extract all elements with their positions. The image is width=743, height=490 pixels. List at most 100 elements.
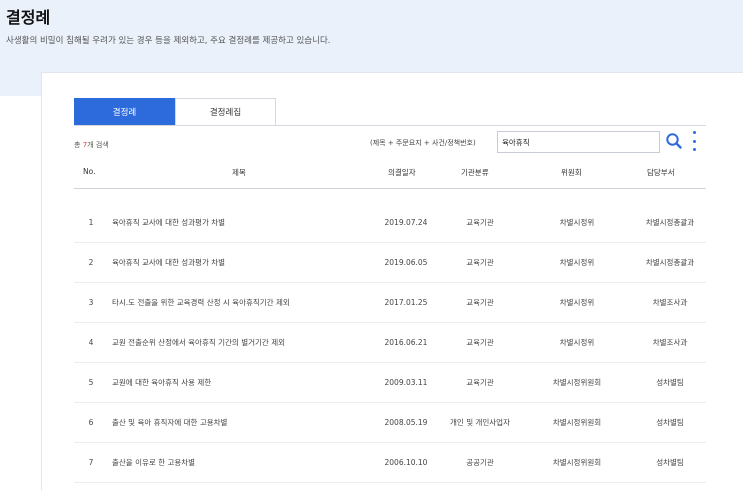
- row-date: 2006.10.10: [384, 457, 428, 467]
- row-date: 2017.01.25: [384, 297, 428, 307]
- row-category-cell: 개인 및 개인사업자: [438, 402, 522, 442]
- row-category: 교육기관: [466, 337, 494, 347]
- row-title-link-cell: 교원에 대한 육아휴직 사용 제한: [112, 362, 382, 402]
- tab-decision-collection[interactable]: 결정례집: [175, 98, 276, 125]
- row-category-cell: 교육기관: [438, 242, 522, 282]
- row-number-cell: 7: [74, 442, 108, 482]
- row-title-link[interactable]: 육아휴직 교사에 대한 성과평가 차별: [112, 257, 225, 268]
- row-committee-cell: 차별시정위: [522, 202, 632, 242]
- row-committee: 차별시정위원회: [552, 457, 602, 467]
- row-date: 2019.06.05: [384, 257, 428, 267]
- row-number: 2: [88, 257, 94, 267]
- row-department-cell: 차별조사과: [629, 322, 711, 362]
- row-number-cell: 2: [74, 242, 108, 282]
- row-committee-cell: 차별시정위: [522, 322, 632, 362]
- row-date-cell: 2017.01.25: [374, 282, 438, 322]
- row-title-link-cell: 육아휴직 교사에 대한 성과평가 차별: [112, 202, 382, 242]
- row-number: 7: [88, 457, 94, 467]
- col-header-date: 의결일자: [388, 168, 416, 177]
- row-department-cell: 차별조사과: [629, 282, 711, 322]
- table-header-divider: [74, 188, 706, 189]
- row-category-cell: 교육기관: [438, 202, 522, 242]
- col-header-category: 기관분류: [461, 168, 489, 177]
- row-number: 3: [88, 297, 94, 307]
- row-title-link-cell: 출산을 이유로 한 고용차별: [112, 442, 382, 482]
- row-number: 6: [88, 417, 94, 427]
- row-committee: 차별시정위원회: [552, 377, 602, 387]
- row-number-cell: 3: [74, 282, 108, 322]
- row-date-cell: 2009.03.11: [374, 362, 438, 402]
- row-department-cell: 성차별팀: [629, 362, 711, 402]
- result-count: 총 7개 검색: [74, 140, 109, 150]
- more-vertical-icon[interactable]: [690, 131, 698, 151]
- page-description: 사생활의 비밀이 침해될 우려가 있는 경우 등을 제외하고, 주요 결정례를 …: [6, 36, 331, 46]
- row-title-link[interactable]: 타시.도 전출을 위한 교육경력 산정 시 육아휴직기간 제외: [112, 297, 290, 308]
- row-department-cell: 성차별팀: [629, 442, 711, 482]
- row-committee-cell: 차별시정위: [522, 282, 632, 322]
- row-title-link[interactable]: 육아휴직 교사에 대한 성과평가 차별: [112, 217, 225, 228]
- row-title-link-cell: 타시.도 전출을 위한 교육경력 산정 시 육아휴직기간 제외: [112, 282, 382, 322]
- row-number-cell: 5: [74, 362, 108, 402]
- search-input[interactable]: [497, 131, 660, 153]
- row-category: 교육기관: [466, 297, 494, 307]
- row-date-cell: 2019.06.05: [374, 242, 438, 282]
- row-category-cell: 교육기관: [438, 322, 522, 362]
- tab-decisions[interactable]: 결정례: [74, 98, 175, 125]
- row-title-link[interactable]: 출산을 이유로 한 고용차별: [112, 457, 195, 468]
- row-committee: 차별시정위: [559, 217, 595, 227]
- row-department: 차별조사과: [652, 337, 688, 347]
- table-row[interactable]: 3 타시.도 전출을 위한 교육경력 산정 시 육아휴직기간 제외 2017.01.…: [74, 282, 706, 323]
- row-committee: 차별시정위: [559, 257, 595, 267]
- col-header-dept: 담당부서: [647, 168, 675, 177]
- row-date-cell: 2006.10.10: [374, 442, 438, 482]
- row-date-cell: 2019.07.24: [374, 202, 438, 242]
- row-number: 4: [88, 337, 94, 347]
- page-title: 결정례: [6, 8, 51, 27]
- table-row[interactable]: 5 교원에 대한 육아휴직 사용 제한 2009.03.11 교육기관 차별시정위원회 성…: [74, 362, 706, 403]
- row-department: 차별시정총괄과: [645, 257, 695, 267]
- row-date: 2008.05.19: [384, 417, 428, 427]
- row-title-link[interactable]: 출산 및 육아 휴직자에 대한 고용차별: [112, 417, 227, 428]
- row-committee-cell: 차별시정위원회: [522, 402, 632, 442]
- row-date-cell: 2008.05.19: [374, 402, 438, 442]
- row-date: 2019.07.24: [384, 217, 428, 227]
- search-scope-label: (제목 + 주문요지 + 사건/정책번호): [370, 139, 476, 147]
- table-row[interactable]: 6 출산 및 육아 휴직자에 대한 고용차별 2008.05.19 개인 및 개인사업…: [74, 402, 706, 443]
- row-title-link[interactable]: 교원 전출순위 산정에서 육아휴직 기간의 별거기간 제외: [112, 337, 285, 348]
- col-header-committee: 위원회: [561, 168, 582, 177]
- result-count-prefix: 총: [74, 141, 81, 149]
- row-category: 공공기관: [466, 457, 494, 467]
- row-title-link[interactable]: 교원에 대한 육아휴직 사용 제한: [112, 377, 211, 388]
- row-category: 교육기관: [466, 377, 494, 387]
- row-committee-cell: 차별시정위원회: [522, 362, 632, 402]
- row-department: 성차별팀: [656, 377, 684, 387]
- col-header-no: No.: [83, 167, 96, 176]
- table-row[interactable]: 2 육아휴직 교사에 대한 성과평가 차별 2019.06.05 교육기관 차별시정위 차…: [74, 242, 706, 283]
- search-icon[interactable]: [665, 132, 683, 150]
- row-category-cell: 교육기관: [438, 362, 522, 402]
- row-department: 성차별팀: [656, 417, 684, 427]
- table-row[interactable]: 1 육아휴직 교사에 대한 성과평가 차별 2019.07.24 교육기관 차별시정위 차…: [74, 202, 706, 243]
- row-title-link-cell: 교원 전출순위 산정에서 육아휴직 기간의 별거기간 제외: [112, 322, 382, 362]
- table-row[interactable]: 4 교원 전출순위 산정에서 육아휴직 기간의 별거기간 제외 2016.06.21…: [74, 322, 706, 363]
- col-header-title: 제목: [232, 168, 246, 177]
- row-committee-cell: 차별시정위: [522, 242, 632, 282]
- row-number-cell: 4: [74, 322, 108, 362]
- row-category: 개인 및 개인사업자: [450, 417, 510, 427]
- row-department-cell: 성차별팀: [629, 402, 711, 442]
- table-row[interactable]: 7 출산을 이유로 한 고용차별 2006.10.10 공공기관 차별시정위원회 성차별팀: [74, 442, 706, 483]
- row-category: 교육기관: [466, 217, 494, 227]
- row-committee: 차별시정위: [559, 297, 595, 307]
- row-department: 차별시정총괄과: [645, 217, 695, 227]
- row-committee: 차별시정위: [559, 337, 595, 347]
- row-number-cell: 6: [74, 402, 108, 442]
- row-title-link-cell: 육아휴직 교사에 대한 성과평가 차별: [112, 242, 382, 282]
- row-department-cell: 차별시정총괄과: [629, 202, 711, 242]
- row-number-cell: 1: [74, 202, 108, 242]
- row-committee-cell: 차별시정위원회: [522, 442, 632, 482]
- row-number: 5: [88, 377, 94, 387]
- row-date: 2009.03.11: [384, 377, 428, 387]
- row-number: 1: [88, 217, 94, 227]
- row-department: 성차별팀: [656, 457, 684, 467]
- tabs-divider: [74, 125, 706, 126]
